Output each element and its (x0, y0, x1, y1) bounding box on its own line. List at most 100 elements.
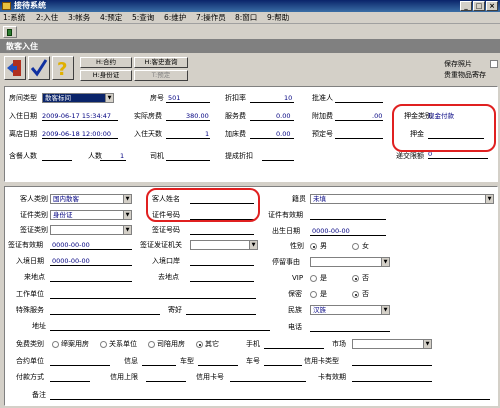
stay-reason-select[interactable]: ▼ (310, 257, 390, 267)
visa-office-select[interactable]: ▼ (190, 240, 258, 250)
message-field[interactable] (186, 306, 256, 315)
entry-date-field[interactable] (50, 257, 132, 266)
payment-method-field[interactable] (50, 373, 90, 382)
idcard-button[interactable]: H:身份证 (80, 70, 132, 81)
car-no-label: 车号 (246, 357, 260, 365)
market-select[interactable]: ▼ (352, 339, 432, 349)
meal-count-field[interactable] (42, 152, 72, 161)
guest-type-select[interactable]: 国内散客 ▼ (50, 194, 132, 204)
employer-field[interactable] (50, 290, 256, 299)
menu-maintenance[interactable]: 6:维护 (164, 13, 186, 23)
free-type-radio-2[interactable] (100, 341, 107, 348)
people-field[interactable] (100, 152, 126, 161)
prebook-button[interactable]: T:预定 (134, 70, 188, 81)
checkin-date-field[interactable] (42, 112, 118, 121)
card-number-field[interactable] (230, 373, 306, 382)
free-type-opt-1: 缔案用房 (61, 340, 89, 348)
id-valid-label: 证件有效期 (268, 211, 303, 219)
mobile-field[interactable] (264, 340, 324, 349)
id-valid-field[interactable] (310, 211, 386, 220)
payment-method-label: 付款方式 (16, 373, 44, 381)
origin-select[interactable]: 未填 ▼ (310, 194, 494, 204)
phone-field[interactable] (310, 323, 390, 332)
visa-valid-field[interactable] (50, 241, 132, 250)
id-type-select[interactable]: 身份证 ▼ (50, 210, 132, 220)
card-valid-field[interactable] (352, 373, 432, 382)
addbed-fee-field[interactable] (250, 130, 294, 139)
room-no-field[interactable] (166, 94, 210, 103)
visa-number-label: 签证号码 (152, 226, 180, 234)
room-type-label: 房间类型 (9, 94, 37, 102)
discount-field[interactable] (250, 94, 294, 103)
special-service-field[interactable] (50, 306, 160, 315)
help-button[interactable]: ? (52, 56, 74, 80)
approver-field[interactable] (335, 94, 383, 103)
room-type-select[interactable]: 散客标间 ▼ (42, 93, 114, 103)
birth-date-field[interactable] (310, 227, 386, 236)
driver-label: 司机 (150, 152, 164, 160)
info-field[interactable] (142, 357, 176, 366)
vip-yes-label: 是 (320, 274, 327, 282)
stay-days-field[interactable] (166, 130, 210, 139)
menu-query[interactable]: 5:查询 (132, 13, 154, 23)
address-label: 地址 (32, 322, 46, 330)
vip-yes-radio[interactable] (310, 275, 317, 282)
card-type-label: 信用卡类型 (304, 357, 339, 365)
menu-window[interactable]: 8:窗口 (235, 13, 257, 23)
visa-type-select[interactable]: ▼ (50, 225, 132, 235)
to-place-field[interactable] (190, 273, 254, 282)
gender-female-radio[interactable] (352, 243, 359, 250)
driver-discount-field[interactable] (262, 152, 294, 161)
confirm-button[interactable] (28, 56, 50, 80)
secret-no-radio[interactable] (352, 291, 359, 298)
free-type-radio-3[interactable] (148, 341, 155, 348)
menu-accounts[interactable]: 3:帐务 (68, 13, 90, 23)
nation-label: 民族 (288, 306, 302, 314)
entry-port-field[interactable] (190, 257, 254, 266)
free-type-opt-4: 其它 (205, 340, 219, 348)
menu-checkin[interactable]: 2:入住 (36, 13, 58, 23)
menu-bar: 1:系统 2:入住 3:帐务 4:预定 5:查询 6:维护 7:操作员 8:窗口… (0, 12, 500, 24)
contract-unit-field[interactable] (50, 357, 110, 366)
maximize-button[interactable]: □ (473, 1, 485, 11)
menu-operator[interactable]: 7:操作员 (196, 13, 226, 23)
minimize-button[interactable]: _ (460, 1, 472, 11)
driver-field[interactable] (166, 152, 210, 161)
menu-system[interactable]: 1:系统 (3, 13, 25, 23)
title-bar: 接待系统 _ □ × (0, 0, 500, 12)
credit-limit-field[interactable] (146, 373, 186, 382)
card-type-field[interactable] (352, 357, 432, 366)
free-type-radio-4[interactable] (196, 341, 203, 348)
free-type-radio-1[interactable] (52, 341, 59, 348)
checkout-date-field[interactable] (42, 130, 118, 139)
vip-no-radio[interactable] (352, 275, 359, 282)
booking-no-field[interactable] (335, 130, 383, 139)
gender-male-radio[interactable] (310, 243, 317, 250)
guest-history-button[interactable]: H:客史查询 (134, 57, 188, 68)
car-no-field[interactable] (264, 357, 302, 366)
card-valid-label: 卡有效期 (318, 373, 346, 381)
visa-number-field[interactable] (190, 226, 254, 235)
from-place-field[interactable] (50, 273, 132, 282)
nation-select[interactable]: 汉族 ▼ (310, 305, 390, 315)
menu-help[interactable]: 9:帮助 (267, 13, 289, 23)
secret-yes-radio[interactable] (310, 291, 317, 298)
save-photo-checkbox[interactable] (490, 60, 498, 68)
extra-fee-field[interactable] (335, 112, 383, 121)
exit-door-icon[interactable] (3, 26, 17, 38)
info-label: 信息 (124, 357, 138, 365)
close-button[interactable]: × (486, 1, 498, 11)
transfer-limit-label: 递交限额 (396, 152, 424, 160)
remark-field[interactable] (50, 391, 490, 400)
menu-booking[interactable]: 4:预定 (100, 13, 122, 23)
service-fee-field[interactable] (250, 112, 294, 121)
address-field[interactable] (50, 322, 270, 331)
contract-button[interactable]: H:合约 (80, 57, 132, 68)
actual-price-field[interactable] (166, 112, 210, 121)
gender-female-label: 女 (362, 242, 369, 250)
booking-no-label: 预定号 (312, 130, 333, 138)
valuables-label: 贵重物品寄存 (444, 71, 486, 79)
exit-form-button[interactable] (4, 56, 26, 80)
special-service-label: 特殊服务 (16, 306, 44, 314)
car-type-field[interactable] (198, 357, 238, 366)
